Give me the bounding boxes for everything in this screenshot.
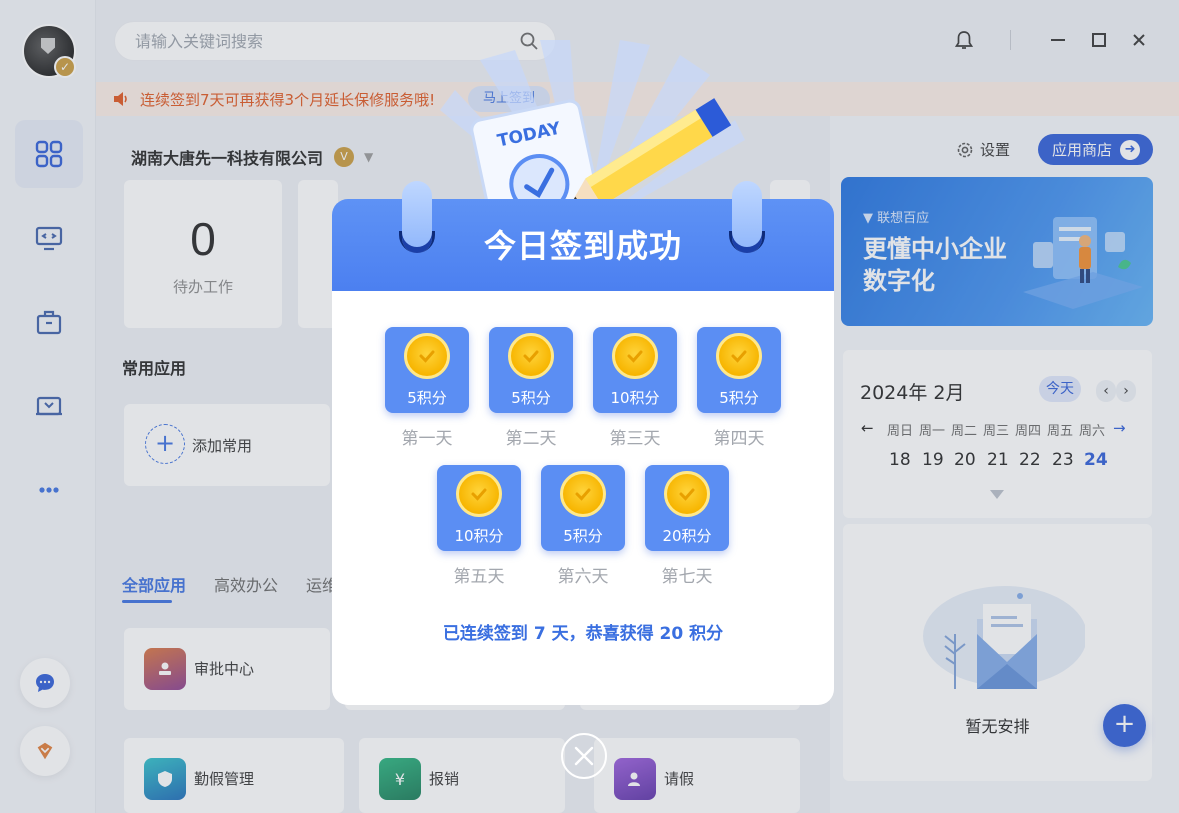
close-icon — [574, 746, 594, 766]
day-label: 第五天 — [453, 567, 505, 587]
binder-ring-icon — [732, 181, 762, 253]
checkin-day-5: 10积分 第五天 — [437, 465, 521, 587]
checkin-day-2: 5积分 第二天 — [489, 327, 573, 449]
gold-coin-check-icon — [716, 333, 762, 379]
checkin-success-modal: 今日签到成功 5积分 第一天 5积分 第二天 10积分 第三天 5积分 第四天 … — [332, 181, 834, 705]
checkin-day-1: 5积分 第一天 — [385, 327, 469, 449]
day-label: 第一天 — [401, 429, 453, 449]
reward-points: 5积分 — [563, 527, 603, 545]
gold-coin-check-icon — [664, 471, 710, 517]
reward-points: 5积分 — [511, 389, 551, 407]
reward-tile: 5积分 — [489, 327, 573, 413]
reward-points: 10积分 — [454, 527, 504, 545]
checkin-day-4: 5积分 第四天 — [697, 327, 781, 449]
reward-points: 10积分 — [610, 389, 660, 407]
checkin-day-3: 10积分 第三天 — [593, 327, 677, 449]
reward-tile: 10积分 — [437, 465, 521, 551]
checkin-day-6: 5积分 第六天 — [541, 465, 625, 587]
gold-coin-check-icon — [560, 471, 606, 517]
reward-points: 20积分 — [662, 527, 712, 545]
day-label: 第七天 — [661, 567, 713, 587]
gold-coin-check-icon — [508, 333, 554, 379]
reward-tile: 5积分 — [385, 327, 469, 413]
reward-points: 5积分 — [407, 389, 447, 407]
gold-coin-check-icon — [456, 471, 502, 517]
day-label: 第四天 — [713, 429, 765, 449]
day-label: 第二天 — [505, 429, 557, 449]
reward-tile: 5积分 — [541, 465, 625, 551]
reward-tile: 20积分 — [645, 465, 729, 551]
modal-close-button[interactable] — [561, 733, 607, 779]
reward-tile: 5积分 — [697, 327, 781, 413]
binder-ring-icon — [402, 181, 432, 253]
gold-coin-check-icon — [404, 333, 450, 379]
checkin-summary: 已连续签到 7 天，恭喜获得 20 积分 — [442, 624, 724, 644]
reward-tile: 10积分 — [593, 327, 677, 413]
day-label: 第六天 — [557, 567, 609, 587]
checkin-day-7: 20积分 第七天 — [645, 465, 729, 587]
day-label: 第三天 — [609, 429, 661, 449]
gold-coin-check-icon — [612, 333, 658, 379]
reward-points: 5积分 — [719, 389, 759, 407]
